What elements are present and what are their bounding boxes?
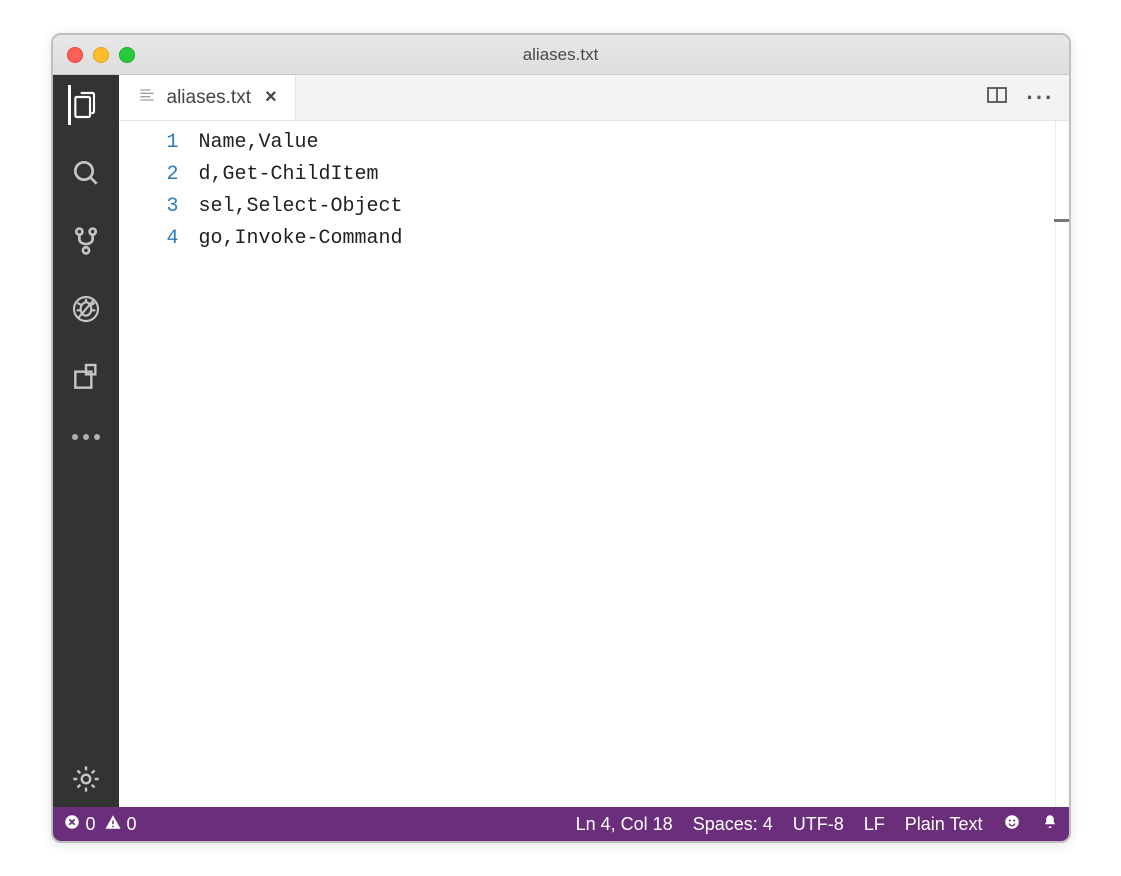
editor-lines[interactable]: Name,Value d,Get-ChildItem sel,Select-Ob… <box>199 121 1055 807</box>
window-title: aliases.txt <box>53 45 1069 65</box>
status-eol[interactable]: LF <box>864 814 885 835</box>
app-window: aliases.txt <box>51 33 1071 843</box>
warning-count: 0 <box>127 814 137 835</box>
status-bar: 0 0 Ln 4, Col 18 Spaces: 4 UTF-8 LF Plai… <box>53 807 1069 841</box>
error-count: 0 <box>86 814 96 835</box>
line-number: 3 <box>119 191 179 223</box>
line-number: 4 <box>119 223 179 255</box>
settings-gear-icon[interactable] <box>68 761 104 797</box>
smiley-icon <box>1003 813 1021 836</box>
tab-close-icon[interactable]: × <box>261 86 281 109</box>
status-cursor-position[interactable]: Ln 4, Col 18 <box>576 814 673 835</box>
extensions-icon[interactable] <box>68 359 104 395</box>
warning-icon <box>104 813 122 836</box>
status-warnings[interactable]: 0 <box>104 813 137 836</box>
status-encoding[interactable]: UTF-8 <box>793 814 844 835</box>
code-line: sel,Select-Object <box>199 191 1055 223</box>
source-control-icon[interactable] <box>68 223 104 259</box>
tab-label: aliases.txt <box>167 87 251 109</box>
status-errors[interactable]: 0 <box>63 813 96 836</box>
file-icon <box>137 85 157 111</box>
debug-disabled-icon[interactable] <box>68 291 104 327</box>
code-line: d,Get-ChildItem <box>199 159 1055 191</box>
status-feedback-icon[interactable] <box>1003 813 1021 836</box>
titlebar: aliases.txt <box>53 35 1069 75</box>
code-area[interactable]: 1 2 3 4 Name,Value d,Get-ChildItem sel,S… <box>119 121 1069 807</box>
search-icon[interactable] <box>68 155 104 191</box>
window-zoom-button[interactable] <box>119 47 135 63</box>
tab-aliases-txt[interactable]: aliases.txt × <box>119 75 296 120</box>
traffic-lights <box>67 47 135 63</box>
line-number-gutter: 1 2 3 4 <box>119 121 199 807</box>
activity-bar <box>53 75 119 807</box>
editor-group: aliases.txt × ··· 1 2 3 4 <box>119 75 1069 807</box>
overview-ruler[interactable] <box>1055 121 1069 807</box>
window-minimize-button[interactable] <box>93 47 109 63</box>
tab-bar: aliases.txt × ··· <box>119 75 1069 121</box>
status-notifications-icon[interactable] <box>1041 813 1059 836</box>
tab-more-icon[interactable]: ··· <box>1027 85 1055 111</box>
status-indentation[interactable]: Spaces: 4 <box>693 814 773 835</box>
overflow-icon[interactable] <box>68 427 104 447</box>
explorer-icon[interactable] <box>68 87 104 123</box>
split-editor-icon[interactable] <box>985 83 1009 112</box>
code-line: go,Invoke-Command <box>199 223 1055 255</box>
status-language-mode[interactable]: Plain Text <box>905 814 983 835</box>
line-number: 1 <box>119 127 179 159</box>
error-icon <box>63 813 81 836</box>
bell-icon <box>1041 813 1059 836</box>
code-line: Name,Value <box>199 127 1055 159</box>
window-close-button[interactable] <box>67 47 83 63</box>
line-number: 2 <box>119 159 179 191</box>
